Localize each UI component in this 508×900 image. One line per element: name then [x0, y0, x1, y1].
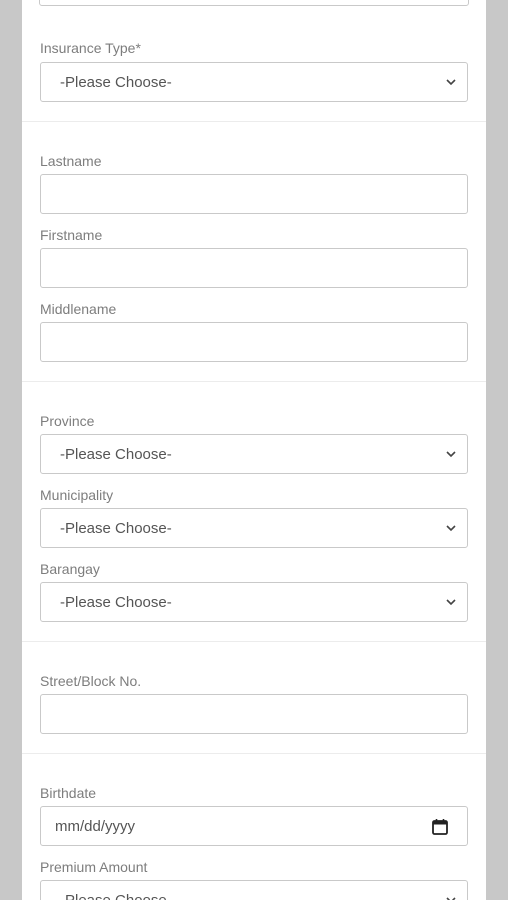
barangay-value: -Please Choose-	[60, 594, 172, 611]
insurance-type-label: Insurance Type*	[40, 40, 141, 56]
previous-field[interactable]	[39, 0, 469, 6]
insurance-type-select[interactable]: -Please Choose-	[40, 62, 468, 102]
municipality-select[interactable]: -Please Choose-	[40, 508, 468, 548]
barangay-label: Barangay	[40, 561, 100, 577]
municipality-value: -Please Choose-	[60, 520, 172, 537]
street-input[interactable]	[40, 694, 468, 734]
birthdate-placeholder: mm/dd/yyyy	[55, 818, 136, 835]
street-label: Street/Block No.	[40, 673, 142, 689]
birthdate-label: Birthdate	[40, 785, 97, 801]
form-panel: Insurance Type* -Please Choose- Lastname…	[22, 0, 486, 900]
province-label: Province	[40, 413, 95, 429]
municipality-label: Municipality	[40, 487, 114, 503]
section-divider	[22, 121, 486, 122]
chevron-down-icon	[446, 79, 456, 86]
lastname-input[interactable]	[40, 174, 468, 214]
barangay-select[interactable]: -Please Choose-	[40, 582, 468, 622]
premium-amount-label: Premium Amount	[40, 859, 148, 875]
section-divider	[22, 641, 486, 642]
premium-amount-select[interactable]: -Please Choose-	[40, 880, 468, 900]
chevron-down-icon	[446, 525, 456, 532]
chevron-down-icon	[446, 897, 456, 900]
birthdate-input[interactable]: mm/dd/yyyy	[40, 806, 468, 846]
chevron-down-icon	[446, 451, 456, 458]
chevron-down-icon	[446, 599, 456, 606]
lastname-label: Lastname	[40, 153, 102, 169]
middlename-input[interactable]	[40, 322, 468, 362]
firstname-input[interactable]	[40, 248, 468, 288]
section-divider	[22, 753, 486, 754]
province-select[interactable]: -Please Choose-	[40, 434, 468, 474]
firstname-label: Firstname	[40, 227, 103, 243]
section-divider	[22, 381, 486, 382]
province-value: -Please Choose-	[60, 446, 172, 463]
calendar-icon[interactable]	[431, 818, 449, 836]
insurance-type-value: -Please Choose-	[60, 74, 172, 91]
middlename-label: Middlename	[40, 301, 117, 317]
premium-amount-value: -Please Choose-	[60, 892, 172, 900]
